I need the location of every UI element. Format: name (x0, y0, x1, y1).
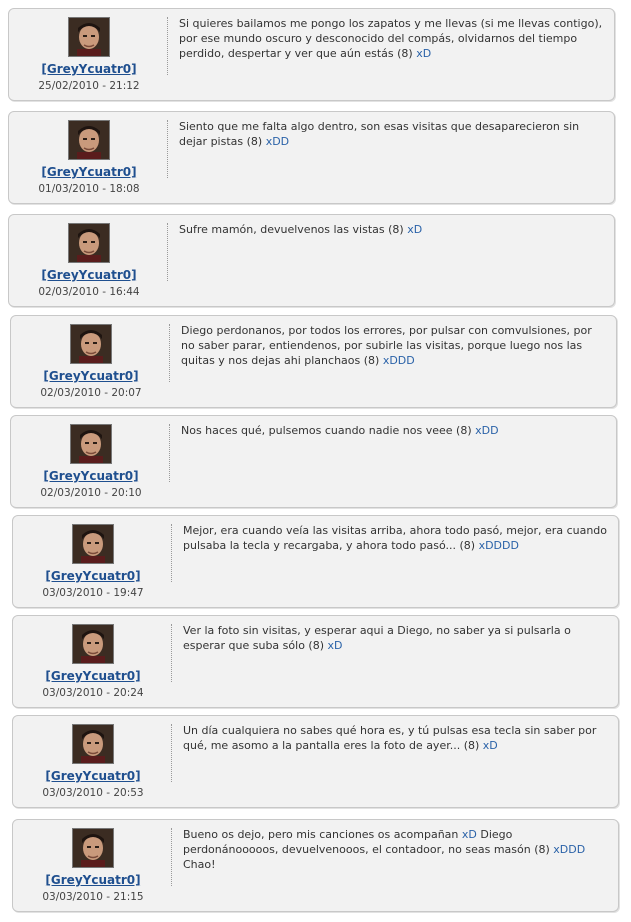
comment-text: Siento que me falta algo dentro, son esa… (179, 120, 580, 148)
divider (171, 524, 172, 582)
username-link[interactable]: [GreyYcuatr0] (9, 62, 169, 76)
comment-text: Nos haces qué, pulsemos cuando nadie nos… (181, 424, 499, 437)
divider (171, 828, 172, 886)
comment-text: Si quieres bailamos me pongo los zapatos… (179, 17, 603, 60)
avatar[interactable] (72, 624, 114, 664)
divider (167, 120, 168, 178)
avatar[interactable] (68, 17, 110, 57)
comment-author: [GreyYcuatr0] 25/02/2010 - 21:12 (9, 9, 169, 92)
comment: [GreyYcuatr0] 02/03/2010 - 20:07 Diego p… (10, 315, 617, 408)
comment-date: 02/03/2010 - 16:44 (38, 286, 140, 298)
comment-date: 03/03/2010 - 20:24 (42, 687, 144, 699)
username-link[interactable]: [GreyYcuatr0] (13, 669, 173, 683)
comment: [GreyYcuatr0] 03/03/2010 - 20:24 Ver la … (12, 615, 619, 708)
divider (169, 324, 170, 382)
emoticon-text: xDD (265, 135, 290, 148)
avatar[interactable] (72, 828, 114, 868)
avatar[interactable] (68, 223, 110, 263)
username-link[interactable]: [GreyYcuatr0] (11, 469, 171, 483)
divider (169, 424, 170, 482)
comment-text: Bueno os dejo, pero mis canciones os aco… (183, 828, 586, 871)
comment-date: 03/03/2010 - 19:47 (42, 587, 144, 599)
comment-author: [GreyYcuatr0] 03/03/2010 - 21:15 (13, 820, 173, 903)
comment: [GreyYcuatr0] 03/03/2010 - 19:47 Mejor, … (12, 515, 619, 608)
comment-author: [GreyYcuatr0] 02/03/2010 - 16:44 (9, 215, 169, 298)
comment-date: 03/03/2010 - 20:53 (42, 787, 144, 799)
comment-text: Diego perdonanos, por todos los errores,… (181, 324, 592, 367)
comment-author: [GreyYcuatr0] 03/03/2010 - 20:53 (13, 716, 173, 799)
comment: [GreyYcuatr0] 01/03/2010 - 18:08 Siento … (8, 111, 615, 204)
divider (167, 17, 168, 75)
comment-author: [GreyYcuatr0] 02/03/2010 - 20:10 (11, 416, 171, 499)
divider (167, 223, 168, 281)
comment: [GreyYcuatr0] 03/03/2010 - 21:15 Bueno o… (12, 819, 619, 912)
emoticon-text: xDDD (553, 843, 586, 856)
avatar[interactable] (70, 324, 112, 364)
avatar[interactable] (72, 524, 114, 564)
comment-author: [GreyYcuatr0] 01/03/2010 - 18:08 (9, 112, 169, 195)
emoticon-text: xD (407, 223, 423, 236)
comment-date: 03/03/2010 - 21:15 (42, 891, 144, 903)
comment: [GreyYcuatr0] 02/03/2010 - 16:44 Sufre m… (8, 214, 615, 307)
comment: [GreyYcuatr0] 25/02/2010 - 21:12 Si quie… (8, 8, 615, 101)
divider (171, 624, 172, 682)
username-link[interactable]: [GreyYcuatr0] (9, 268, 169, 282)
emoticon-text: xDDDD (478, 539, 519, 552)
comment-date: 02/03/2010 - 20:10 (40, 487, 142, 499)
comment-date: 02/03/2010 - 20:07 (40, 387, 142, 399)
emoticon-text: xDD (475, 424, 499, 437)
comment-text: Un día cualquiera no sabes qué hora es, … (183, 724, 597, 752)
username-link[interactable]: [GreyYcuatr0] (13, 873, 173, 887)
username-link[interactable]: [GreyYcuatr0] (13, 769, 173, 783)
emoticon-text: xD (416, 47, 432, 60)
comment: [GreyYcuatr0] 03/03/2010 - 20:53 Un día … (12, 715, 619, 808)
comment-author: [GreyYcuatr0] 03/03/2010 - 19:47 (13, 516, 173, 599)
divider (171, 724, 172, 782)
emoticon-text: xDDD (382, 354, 415, 367)
username-link[interactable]: [GreyYcuatr0] (11, 369, 171, 383)
comment-text: Ver la foto sin visitas, y esperar aqui … (183, 624, 571, 652)
comment-author: [GreyYcuatr0] 02/03/2010 - 20:07 (11, 316, 171, 399)
comment-date: 01/03/2010 - 18:08 (38, 183, 140, 195)
avatar[interactable] (72, 724, 114, 764)
emoticon-text: xD (461, 828, 477, 841)
emoticon-text: xD (482, 739, 498, 752)
comment-author: [GreyYcuatr0] 03/03/2010 - 20:24 (13, 616, 173, 699)
username-link[interactable]: [GreyYcuatr0] (9, 165, 169, 179)
avatar[interactable] (70, 424, 112, 464)
avatar[interactable] (68, 120, 110, 160)
comment-date: 25/02/2010 - 21:12 (38, 80, 140, 92)
username-link[interactable]: [GreyYcuatr0] (13, 569, 173, 583)
comment-text: Sufre mamón, devuelvenos las vistas (8) … (179, 223, 423, 236)
emoticon-text: xD (327, 639, 343, 652)
comment: [GreyYcuatr0] 02/03/2010 - 20:10 Nos hac… (10, 415, 617, 508)
comment-text: Mejor, era cuando veía las visitas arrib… (183, 524, 608, 552)
